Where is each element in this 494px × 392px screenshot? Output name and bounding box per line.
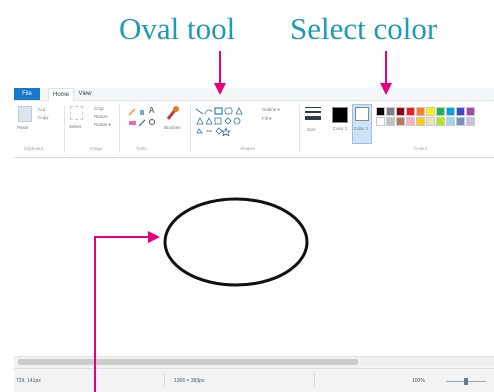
image-group-label: Image bbox=[90, 146, 103, 151]
select-color-callout: Select color bbox=[290, 11, 438, 46]
size-icon[interactable] bbox=[305, 107, 321, 121]
drawing-canvas[interactable] bbox=[14, 158, 494, 356]
palette-swatch[interactable] bbox=[376, 117, 385, 126]
color2-swatch bbox=[355, 107, 369, 121]
color1-label: Color 1 bbox=[332, 126, 348, 131]
separator bbox=[299, 105, 300, 153]
palette-swatch[interactable] bbox=[446, 117, 455, 126]
shapes-group-label: Shapes bbox=[240, 146, 256, 151]
palette-swatch[interactable] bbox=[416, 117, 425, 126]
file-menu-tab[interactable]: File bbox=[14, 88, 40, 100]
palette-swatch[interactable] bbox=[386, 117, 395, 126]
tools-group-label: Tools bbox=[136, 146, 147, 151]
horizontal-scrollbar[interactable] bbox=[14, 356, 494, 367]
resize-button[interactable]: Resize bbox=[94, 114, 108, 119]
outline-button[interactable]: Outline ▾ bbox=[262, 107, 280, 113]
pencil-icon[interactable] bbox=[128, 107, 137, 116]
text-tool[interactable]: A bbox=[149, 106, 154, 115]
shapes-gallery[interactable] bbox=[194, 106, 264, 136]
separator bbox=[119, 105, 120, 153]
color1-swatch[interactable] bbox=[332, 107, 348, 123]
palette-swatch[interactable] bbox=[406, 107, 415, 116]
palette-swatch[interactable] bbox=[466, 117, 475, 126]
color-picker-icon[interactable] bbox=[138, 118, 147, 127]
palette-swatch[interactable] bbox=[396, 107, 405, 116]
color2-label: Color 2 bbox=[353, 126, 369, 131]
tab-view[interactable]: View bbox=[74, 88, 96, 100]
palette-swatch[interactable] bbox=[416, 107, 425, 116]
paste-button[interactable] bbox=[18, 106, 32, 122]
brushes-icon[interactable] bbox=[165, 105, 181, 121]
separator bbox=[314, 373, 315, 387]
colors-group-label: Colors bbox=[414, 146, 428, 151]
separator bbox=[64, 105, 65, 153]
palette-swatch[interactable] bbox=[386, 107, 395, 116]
copy-button[interactable]: Copy bbox=[38, 115, 49, 120]
separator bbox=[164, 373, 165, 387]
paint-window: File Home View Paste Cut Copy Clipboard … bbox=[14, 88, 494, 392]
crop-button[interactable]: Crop bbox=[94, 106, 104, 111]
drawn-oval bbox=[163, 197, 309, 287]
paste-label: Paste bbox=[17, 125, 29, 130]
canvas-size: 1366 × 383px bbox=[174, 378, 205, 384]
palette-swatch[interactable] bbox=[426, 107, 435, 116]
tab-home[interactable]: Home bbox=[48, 88, 74, 101]
palette-swatch[interactable] bbox=[456, 117, 465, 126]
cursor-position: 729, 141px bbox=[16, 378, 41, 384]
size-label: Size bbox=[307, 127, 316, 132]
palette-swatch[interactable] bbox=[406, 117, 415, 126]
fill-button[interactable]: Fill ▾ bbox=[262, 116, 271, 122]
cut-button[interactable]: Cut bbox=[38, 107, 45, 112]
zoom-slider-knob[interactable] bbox=[464, 378, 468, 385]
brushes-label: Brushes bbox=[164, 125, 181, 130]
palette-swatch[interactable] bbox=[436, 117, 445, 126]
scrollbar-thumb[interactable] bbox=[18, 359, 358, 365]
palette-swatch[interactable] bbox=[466, 107, 475, 116]
color-palette bbox=[376, 107, 486, 137]
eraser-icon[interactable] bbox=[128, 118, 137, 127]
palette-swatch[interactable] bbox=[396, 117, 405, 126]
magnifier-icon[interactable] bbox=[148, 118, 157, 127]
select-label: Select bbox=[69, 124, 82, 129]
separator bbox=[190, 105, 191, 153]
rotate-button[interactable]: Rotate ▾ bbox=[94, 122, 111, 128]
clipboard-group-label: Clipboard bbox=[24, 146, 44, 151]
oval-tool-callout: Oval tool bbox=[119, 11, 236, 46]
palette-swatch[interactable] bbox=[446, 107, 455, 116]
status-bar: 729, 141px 1366 × 383px 100% bbox=[14, 368, 494, 392]
palette-swatch[interactable] bbox=[456, 107, 465, 116]
menu-bar: File Home View bbox=[14, 88, 494, 101]
fill-icon[interactable] bbox=[138, 107, 147, 116]
palette-swatch[interactable] bbox=[376, 107, 385, 116]
zoom-level: 100% bbox=[412, 378, 425, 384]
select-button[interactable] bbox=[70, 106, 83, 120]
palette-swatch[interactable] bbox=[426, 117, 435, 126]
ribbon: Paste Cut Copy Clipboard Select Crop Res… bbox=[14, 101, 494, 158]
palette-swatch[interactable] bbox=[436, 107, 445, 116]
canvas-drawing bbox=[163, 197, 309, 287]
